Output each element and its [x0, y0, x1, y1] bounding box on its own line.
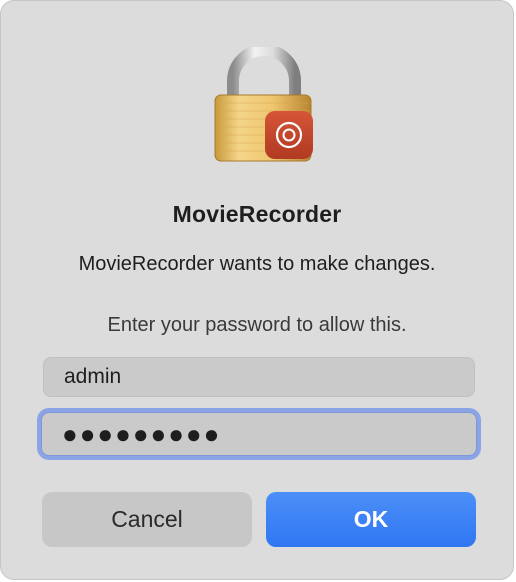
password-focus-ring — [37, 408, 481, 460]
password-prompt: Enter your password to allow this. — [107, 314, 407, 336]
username-field[interactable] — [43, 357, 475, 397]
permission-message: MovieRecorder wants to make changes. — [78, 253, 436, 275]
record-icon — [265, 111, 313, 159]
ok-button[interactable]: OK — [266, 492, 476, 547]
cancel-button[interactable]: Cancel — [42, 492, 252, 547]
app-title: MovieRecorder — [172, 201, 342, 227]
password-field[interactable] — [41, 412, 477, 456]
lock-icon — [214, 47, 313, 162]
authorization-dialog: MovieRecorder MovieRecorder wants to mak… — [0, 0, 514, 580]
